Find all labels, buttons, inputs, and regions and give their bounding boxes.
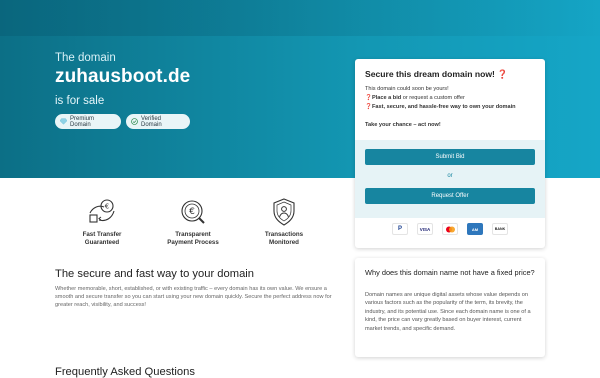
offer-card-line-1: This domain could soon be yours! [365,86,449,92]
feature-transactions-monitored: Transactions Monitored [244,197,324,248]
feature-fast-transfer: € Fast Transfer Guaranteed [62,197,142,248]
fast-transfer-icon: € [62,197,142,231]
paypal-icon: P [392,223,408,235]
hero-top-band [0,0,600,36]
offer-card-line-3: ❓Fast, secure, and hassle-free way to ow… [365,104,516,110]
euro-search-icon: € [153,197,233,231]
amex-icon: AM [467,223,483,235]
check-circle-icon [131,118,138,125]
domain-name: zuhausboot.de [55,66,191,87]
place-bid-text: Place a bid [371,95,402,101]
submit-bid-button[interactable]: Submit Bid [365,149,535,165]
for-sale-label: is for sale [55,95,105,107]
payment-methods: P VISA AM BANK [355,223,545,239]
fixed-price-title: Why does this domain name not have a fix… [365,268,535,277]
svg-text:€: € [189,207,195,217]
verified-domain-badge: Verified Domain [126,114,190,129]
offer-actions: Submit Bid or Request Offer [355,140,545,218]
the-domain-label: The domain [55,52,116,64]
feature-transparent-payment: € Transparent Payment Process [153,197,233,248]
transparent-payment-text: Transparent Payment Process [167,231,219,247]
request-offer-button[interactable]: Request Offer [365,188,535,204]
secure-section-body: Whether memorable, short, established, o… [55,286,332,309]
line-prefix-icon: ❓ [365,95,372,101]
fast-secure-text: Fast, secure, and hassle-free way to own… [371,104,516,110]
bank-transfer-icon: BANK [492,223,508,235]
premium-domain-label: Premium Domain [70,115,95,128]
shield-person-icon [244,197,324,231]
offer-card: Secure this dream domain now! ❓ This dom… [355,59,545,248]
fixed-price-card: Why does this domain name not have a fix… [355,258,545,357]
custom-offer-text: or request a custom offer [401,95,465,101]
diamond-icon [59,118,68,125]
verified-domain-label: Verified Domain [141,115,162,128]
offer-card-title: Secure this dream domain now! ❓ [365,69,508,79]
mastercard-icon [442,223,458,235]
line-prefix-icon: ❓ [365,104,372,110]
svg-text:€: € [105,203,109,211]
or-separator: or [447,173,453,179]
fast-transfer-text: Fast Transfer Guaranteed [82,231,122,247]
act-now-text: Take your chance – act now! [365,122,441,128]
fixed-price-body: Domain names are unique digital assets w… [365,292,531,332]
visa-icon: VISA [417,223,433,235]
secure-section-title: The secure and fast way to your domain [55,268,254,280]
premium-domain-badge: Premium Domain [55,114,121,129]
faq-title: Frequently Asked Questions [55,366,195,378]
transactions-monitored-text: Transactions Monitored [264,231,304,247]
offer-card-line-2: ❓Place a bid or request a custom offer [365,95,465,101]
